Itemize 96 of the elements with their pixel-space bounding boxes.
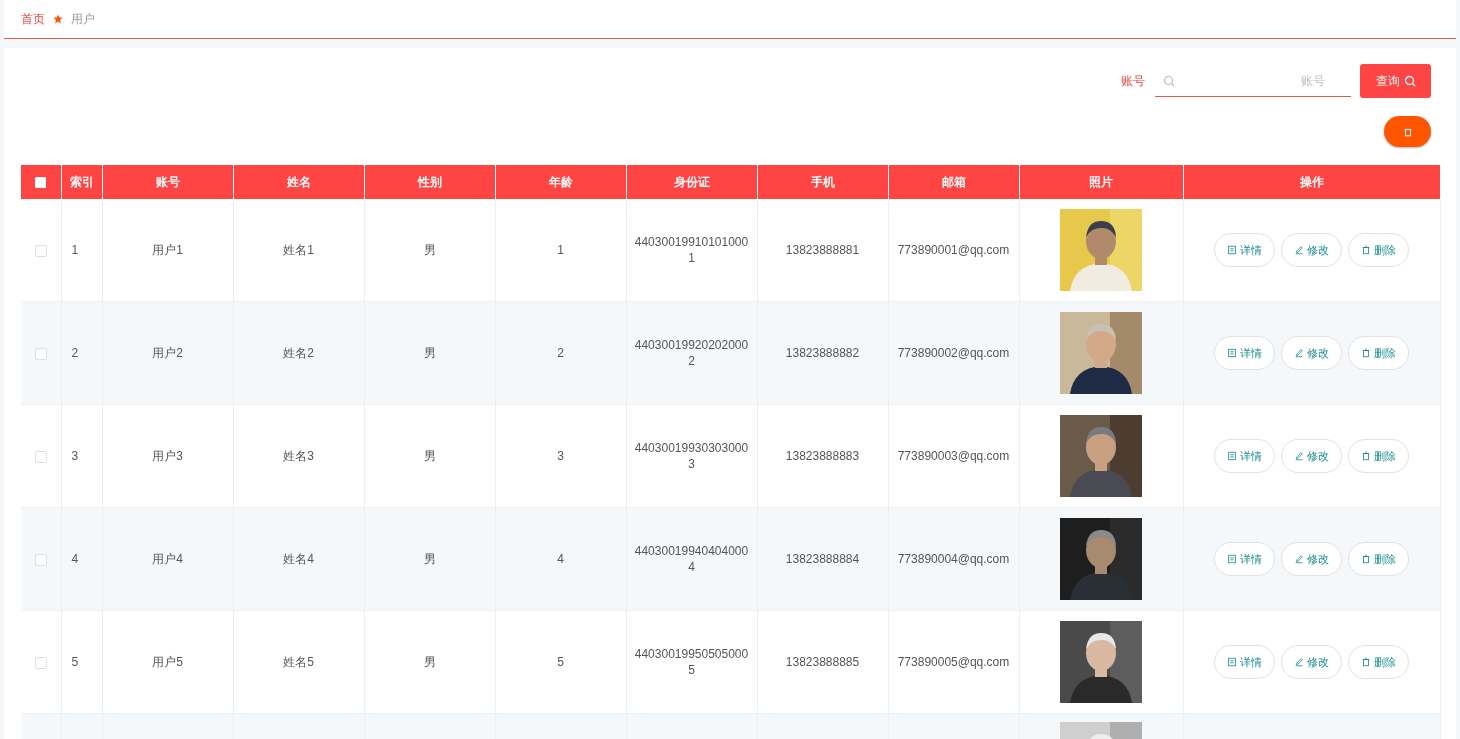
pen-icon <box>1294 245 1304 255</box>
column-header: 操作 <box>1183 165 1440 199</box>
search-label: 账号 <box>1121 72 1145 90</box>
gender-cell: 男 <box>423 242 436 257</box>
column-header: 年龄 <box>495 165 626 199</box>
search-icon <box>1403 75 1416 87</box>
id-card-cell-text: 440300199303030003 <box>633 440 750 472</box>
column-header: 身份证 <box>626 165 757 199</box>
name-cell: 姓名4 <box>283 551 314 566</box>
name-cell: 姓名1 <box>283 242 314 257</box>
breadcrumb-item[interactable]: 用户 <box>71 10 95 28</box>
edit-button[interactable]: 修改 <box>1281 336 1342 370</box>
delete-button[interactable] <box>1384 116 1431 147</box>
details-button[interactable]: 详情 <box>1214 336 1275 370</box>
edit-button[interactable]: 修改 <box>1281 439 1342 473</box>
document-icon <box>1227 554 1237 564</box>
search-button[interactable]: 查询 <box>1360 64 1431 98</box>
account-cell: 用户3 <box>152 448 183 463</box>
delete-row-button[interactable]: 删除 <box>1348 645 1409 679</box>
trash-icon <box>1402 126 1413 137</box>
id-card-cell-text: 440300199404040004 <box>633 543 750 575</box>
pen-icon <box>1294 451 1304 461</box>
document-icon <box>1227 451 1237 461</box>
phone-cell: 13823888885 <box>785 655 860 669</box>
gender-cell: 男 <box>423 448 436 463</box>
email-cell: 773890004@qq.com <box>897 552 1010 566</box>
index-cell: 3 <box>71 449 79 463</box>
edit-button[interactable]: 修改 <box>1281 542 1342 576</box>
name-cell: 姓名5 <box>283 654 314 669</box>
gender-cell: 男 <box>423 654 436 669</box>
gender-cell: 男 <box>423 551 436 566</box>
id-card-cell-text: 440300199505050005 <box>633 646 750 678</box>
edit-button[interactable]: 修改 <box>1281 645 1342 679</box>
trash-icon <box>1361 554 1371 564</box>
row-checkbox[interactable] <box>34 656 47 669</box>
row-checkbox[interactable] <box>34 244 47 257</box>
column-header: 索引 <box>61 165 102 199</box>
account-cell: 用户4 <box>152 551 183 566</box>
name-cell: 姓名2 <box>283 345 314 360</box>
document-icon <box>1227 348 1237 358</box>
phone-cell: 13823888883 <box>785 449 860 463</box>
account-cell: 用户2 <box>152 345 183 360</box>
gender-cell: 男 <box>423 345 436 360</box>
name-cell: 姓名3 <box>283 448 314 463</box>
edit-button[interactable]: 修改 <box>1281 233 1342 267</box>
delete-row-button[interactable]: 删除 <box>1348 336 1409 370</box>
details-button[interactable]: 详情 <box>1214 542 1275 576</box>
row-checkbox[interactable] <box>34 553 47 566</box>
document-icon <box>1227 245 1237 255</box>
column-header: 邮箱 <box>888 165 1019 199</box>
pen-icon <box>1294 657 1304 667</box>
age-cell: 4 <box>557 552 564 566</box>
index-cell: 2 <box>71 346 79 360</box>
index-cell: 1 <box>71 243 79 257</box>
age-cell: 3 <box>557 449 564 463</box>
column-header: 账号 <box>102 165 233 199</box>
id-card-cell-text: 440300199101010001 <box>633 234 750 266</box>
search-icon <box>1163 74 1175 87</box>
account-cell: 用户1 <box>152 242 183 257</box>
column-header: 手机 <box>757 165 888 199</box>
details-button[interactable]: 详情 <box>1214 645 1275 679</box>
email-cell: 773890001@qq.com <box>897 243 1010 257</box>
index-cell: 4 <box>71 552 79 566</box>
phone-cell: 13823888881 <box>785 243 860 257</box>
email-cell: 773890005@qq.com <box>897 655 1010 669</box>
column-header: 姓名 <box>233 165 364 199</box>
email-cell: 773890003@qq.com <box>897 449 1010 463</box>
trash-icon <box>1361 348 1371 358</box>
age-cell: 5 <box>557 655 564 669</box>
trash-icon <box>1361 451 1371 461</box>
details-button[interactable]: 详情 <box>1214 439 1275 473</box>
email-cell: 773890002@qq.com <box>897 346 1010 360</box>
age-cell: 1 <box>557 243 564 257</box>
phone-cell: 13823888882 <box>785 346 860 360</box>
phone-cell: 13823888884 <box>785 552 860 566</box>
pen-icon <box>1294 348 1304 358</box>
age-cell: 2 <box>557 346 564 360</box>
trash-icon <box>1361 657 1371 667</box>
document-icon <box>1227 657 1237 667</box>
index-cell: 5 <box>71 655 79 669</box>
select-all-checkbox[interactable] <box>35 177 47 189</box>
account-cell: 用户5 <box>152 654 183 669</box>
details-button[interactable]: 详情 <box>1214 233 1275 267</box>
id-card-cell-text: 440300199202020002 <box>633 337 750 369</box>
column-header: 照片 <box>1019 165 1183 199</box>
delete-row-button[interactable]: 删除 <box>1348 233 1409 267</box>
star-icon <box>53 14 63 24</box>
row-checkbox[interactable] <box>34 450 47 463</box>
row-checkbox[interactable] <box>34 347 47 360</box>
search-field[interactable]: 账号 <box>1175 72 1327 89</box>
breadcrumb-item[interactable]: 首页 <box>21 10 45 28</box>
delete-row-button[interactable]: 删除 <box>1348 439 1409 473</box>
trash-icon <box>1361 245 1371 255</box>
column-header: 性别 <box>364 165 495 199</box>
delete-row-button[interactable]: 删除 <box>1348 542 1409 576</box>
pen-icon <box>1294 554 1304 564</box>
